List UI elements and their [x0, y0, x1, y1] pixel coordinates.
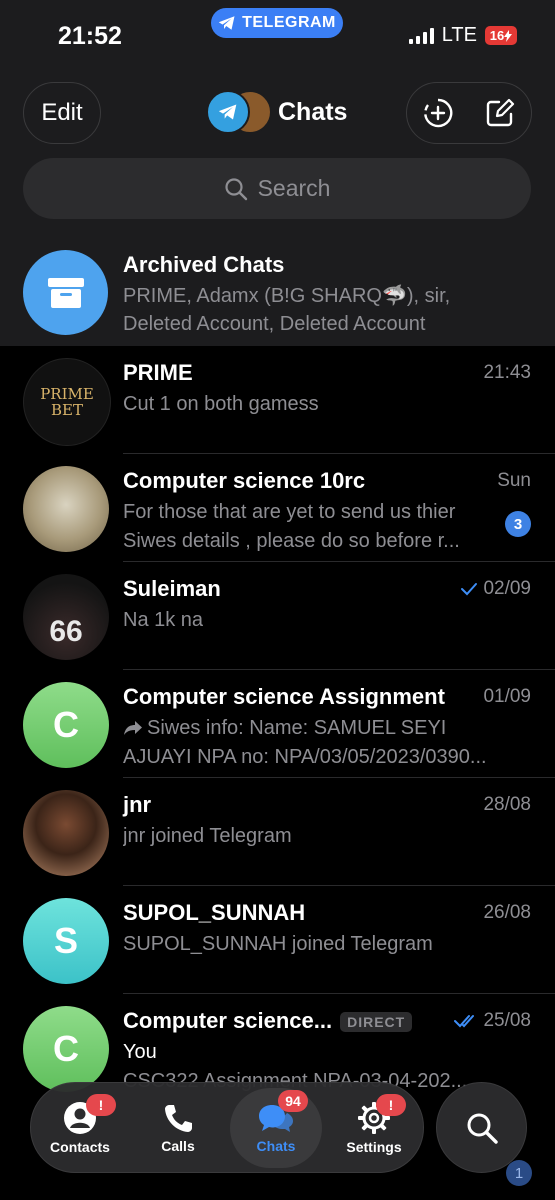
- status-indicators: LTE 16: [408, 24, 517, 47]
- chat-preview-line2: AJUAYI NPA no: NPA/03/05/2023/0390...: [123, 746, 487, 768]
- chat-preview-line1: Cut 1 on both gamess: [123, 393, 319, 415]
- chat-time: 28/08: [483, 794, 531, 815]
- avatar-logo-text: PRIME BET: [40, 385, 94, 419]
- avatar: PRIME BET: [23, 358, 111, 446]
- tab-badge: 94: [278, 1089, 308, 1112]
- avatar: [23, 790, 109, 876]
- avatar: C: [23, 1006, 109, 1092]
- chat-preview-line1: SUPOL_SUNNAH joined Telegram: [123, 933, 433, 955]
- chat-row[interactable]: S SUPOL_SUNNAH 26/08 SUPOL_SUNNAH joined…: [0, 886, 555, 994]
- chat-time: 01/09: [483, 686, 531, 707]
- search-placeholder: Search: [257, 175, 331, 201]
- avatar-initial: S: [53, 920, 78, 961]
- archived-preview-line1: PRIME, Adamx (B!G SHARQ🦈), sir,: [123, 285, 451, 307]
- chat-row[interactable]: jnr 28/08 jnr joined Telegram: [0, 778, 555, 886]
- avatar-initial: C: [53, 1028, 79, 1069]
- compose-icon[interactable]: [485, 98, 515, 128]
- tab-settings[interactable]: Settings !: [328, 1088, 420, 1168]
- chat-preview: For those that are yet to send us thier …: [123, 498, 493, 556]
- tab-contacts[interactable]: Contacts !: [34, 1088, 126, 1168]
- charging-bolt-icon: [504, 29, 513, 42]
- archived-title: Archived Chats: [123, 252, 285, 277]
- status-time: 21:52: [58, 22, 122, 50]
- network-type: LTE: [441, 24, 477, 46]
- forward-icon: [124, 721, 142, 735]
- archived-chats-row[interactable]: Archived Chats PRIME, Adamx (B!G SHARQ🦈)…: [0, 242, 555, 346]
- chat-preview-line1: For those that are yet to send us thier: [123, 501, 456, 523]
- new-story-icon[interactable]: [423, 98, 453, 128]
- search-icon: [224, 177, 247, 200]
- account-avatars[interactable]: [206, 90, 272, 134]
- tab-badge: !: [376, 1093, 406, 1116]
- chat-row[interactable]: C Computer science Assignment 01/09 Siwe…: [0, 670, 555, 778]
- unread-badge: 3: [505, 511, 531, 537]
- double-check-icon: [454, 1015, 475, 1028]
- chat-preview: SUPOL_SUNNAH joined Telegram: [123, 930, 523, 959]
- archived-preview-line2: Deleted Account, Deleted Account: [123, 313, 426, 335]
- chat-time: 21:43: [483, 362, 531, 383]
- chat-time: 26/08: [483, 902, 531, 923]
- signal-icon: [408, 27, 434, 44]
- battery-icon: 16: [485, 26, 517, 45]
- avatar-initial: C: [53, 704, 79, 745]
- tab-chats[interactable]: Chats 94: [230, 1087, 322, 1168]
- phone-icon: [165, 1104, 192, 1132]
- chat-time: 02/09: [460, 578, 531, 600]
- tab-calls[interactable]: Calls: [132, 1088, 224, 1168]
- chat-name: PRIME: [123, 360, 193, 385]
- search-button[interactable]: [436, 1082, 527, 1173]
- chat-preview: jnr joined Telegram: [123, 822, 523, 851]
- chat-name: Computer science Assignment: [123, 684, 445, 709]
- chat-preview-line2: Siwes details , please do so before r...: [123, 530, 460, 552]
- avatar: [23, 466, 109, 552]
- header-title-group: Chats: [206, 90, 347, 134]
- chat-row[interactable]: 66 Suleiman 02/09 Na 1k na: [0, 562, 555, 670]
- chat-name: Suleiman: [123, 576, 221, 601]
- chat-row[interactable]: Computer science 10rc Sun For those that…: [0, 454, 555, 562]
- chat-name: Computer science 10rc: [123, 468, 366, 493]
- header-actions: [406, 82, 532, 144]
- chat-preview-line1: jnr joined Telegram: [123, 825, 292, 847]
- tab-label: Settings: [346, 1138, 402, 1155]
- search-bar[interactable]: Search: [23, 158, 531, 219]
- telegram-plane-icon: [218, 16, 235, 30]
- avatar-jersey-number: 66: [49, 615, 83, 648]
- unread-badge: 1: [506, 1160, 532, 1186]
- chat-time: Sun: [497, 470, 531, 491]
- chat-name: jnr: [123, 792, 152, 817]
- chat-preview-line1: Na 1k na: [123, 609, 204, 631]
- page-title: Chats: [278, 97, 348, 126]
- chat-preview-sender: You: [123, 1041, 157, 1063]
- telegram-pill[interactable]: TELEGRAM: [211, 8, 343, 38]
- telegram-logo-icon: [206, 90, 250, 134]
- chat-preview: Siwes info: Name: SAMUEL SEYI AJUAYI NPA…: [123, 714, 523, 772]
- chat-preview: Na 1k na: [123, 606, 523, 635]
- chat-time: 25/08: [454, 1010, 531, 1032]
- archived-preview: PRIME, Adamx (B!G SHARQ🦈), sir, Deleted …: [123, 282, 523, 338]
- check-icon: [461, 583, 478, 596]
- avatar: 66: [23, 574, 109, 660]
- tab-label: Chats: [256, 1137, 296, 1154]
- direct-tag: DIRECT: [340, 1012, 413, 1033]
- tab-label: Contacts: [50, 1138, 110, 1155]
- tab-label: Calls: [161, 1137, 195, 1154]
- battery-level: 16: [489, 28, 505, 43]
- chat-row[interactable]: PRIME BET PRIME 21:43 Cut 1 on both game…: [0, 346, 555, 454]
- telegram-pill-label: TELEGRAM: [242, 14, 336, 31]
- avatar: C: [23, 682, 109, 768]
- tab-bar: Contacts ! Calls Chats 94 Settings !: [30, 1082, 424, 1173]
- search-icon: [467, 1113, 498, 1144]
- edit-button-label: Edit: [41, 99, 83, 126]
- tab-badge: !: [86, 1093, 116, 1116]
- edit-button[interactable]: Edit: [23, 82, 101, 144]
- chat-name: Computer science... DIRECT: [123, 1008, 413, 1034]
- chat-preview: Cut 1 on both gamess: [123, 390, 523, 419]
- archive-avatar: [23, 250, 108, 335]
- chat-preview-line1: Siwes info: Name: SAMUEL SEYI: [123, 714, 523, 743]
- archive-box-icon: [47, 277, 84, 308]
- chat-name: SUPOL_SUNNAH: [123, 900, 306, 925]
- avatar: S: [23, 898, 109, 984]
